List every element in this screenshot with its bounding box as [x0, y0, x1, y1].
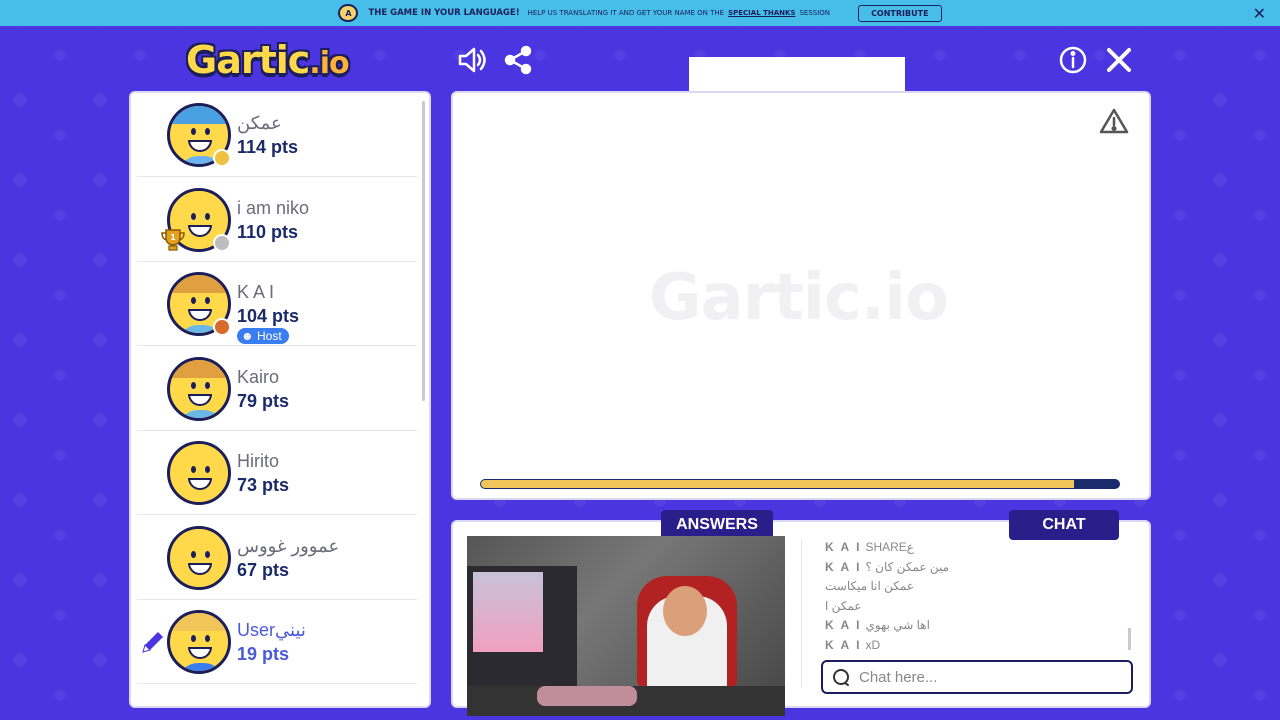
translation-banner: A THE GAME IN YOUR LANGUAGE! HELP US TRA…	[0, 0, 1280, 26]
chat-line: عمكن انا ميكاست	[825, 577, 1125, 597]
player-points: 19 pts	[237, 644, 290, 664]
logo-text: Gartic	[186, 38, 310, 82]
answers-chat-panel: ANSWERS CHAT K A I SHAREع K A I مين عمكن كا…	[451, 510, 1151, 716]
chat-user: K A I	[825, 618, 862, 632]
banner-tail: SESSION	[799, 9, 831, 17]
player-row[interactable]: Kairo 79 pts	[137, 347, 417, 431]
host-badge: ☻ Host	[237, 328, 289, 344]
chat-scrollbar[interactable]	[1128, 628, 1131, 650]
drawing-canvas[interactable]: Gartic.io	[451, 91, 1151, 500]
chat-input[interactable]	[859, 668, 1131, 686]
players-panel: عمكن 114 pts 1 i am niko 110 pts K A I 104 pts…	[129, 91, 431, 708]
chat-line: عمكن ا	[825, 597, 1125, 617]
chat-log: K A I SHAREع K A I مين عمكن كان ؟ عمكن انا م…	[825, 538, 1125, 658]
special-thanks-link[interactable]: SPECIAL THANKS	[728, 9, 795, 17]
tab-chat[interactable]: CHAT	[1009, 510, 1119, 540]
player-name: K A I	[237, 282, 275, 302]
avatar	[167, 441, 231, 505]
player-name: عموور غووس	[237, 535, 340, 556]
chat-message: عمكن انا ميكاست	[825, 579, 915, 593]
chat-line: K A I اها شي بهوي	[825, 616, 1125, 636]
host-label: Host	[256, 329, 282, 343]
chat-user: K A I	[825, 637, 862, 652]
gartic-logo: Gartic.io	[186, 38, 376, 82]
player-points: 104 pts	[237, 306, 300, 326]
sound-icon[interactable]	[456, 44, 488, 76]
player-points: 110 pts	[237, 221, 299, 242]
warning-icon[interactable]	[1099, 107, 1129, 135]
banner-title: THE GAME IN YOUR LANGUAGE!	[368, 8, 520, 18]
player-row[interactable]: Userنيني 19 pts	[137, 600, 417, 684]
player-name: Kairo	[237, 366, 280, 387]
translate-icon: A	[338, 4, 359, 22]
chat-message: عمكن ا	[825, 598, 862, 613]
player-points: 114 pts	[237, 137, 299, 157]
players-scrollbar[interactable]	[422, 101, 425, 401]
player-name: Hirito	[237, 451, 280, 471]
player-points: 79 pts	[237, 390, 290, 411]
avatar	[167, 610, 231, 674]
player-name: i am niko	[237, 197, 310, 218]
panel-divider	[801, 540, 802, 688]
banner-close-icon[interactable]: ✕	[1253, 4, 1266, 23]
player-row[interactable]: K A I 104 pts ☻ Host	[137, 262, 417, 346]
chat-user: K A I	[825, 540, 862, 554]
info-icon[interactable]	[1057, 44, 1089, 76]
avatar	[167, 525, 231, 590]
round-timer-bar	[480, 479, 1120, 489]
player-points: 67 pts	[237, 559, 290, 580]
banner-text: HELP US TRANSLATING IT AND GET YOUR NAME…	[527, 9, 725, 17]
player-name: Userنيني	[237, 620, 306, 640]
player-name: عمكن	[237, 113, 282, 133]
chat-message: xD	[865, 637, 881, 652]
canvas-watermark: Gartic.io	[649, 261, 949, 335]
chat-line: K A I مين عمكن كان ؟	[825, 558, 1125, 578]
chat-bubble-icon	[831, 667, 851, 687]
player-row[interactable]: Hirito 73 pts	[137, 431, 417, 515]
logo-io: .io	[309, 46, 349, 81]
chat-user: K A I	[825, 559, 862, 574]
close-icon[interactable]	[1103, 44, 1135, 76]
webcam-overlay	[467, 536, 785, 716]
share-icon[interactable]	[502, 44, 534, 76]
round-timer-fill	[481, 480, 1075, 488]
status-dot	[213, 233, 231, 252]
contribute-button[interactable]: CONTRIBUTE	[858, 4, 942, 22]
host-icon: ☻	[241, 329, 254, 343]
chat-message: اها شي بهوي	[865, 618, 930, 632]
status-dot	[213, 149, 231, 167]
chat-input-box[interactable]	[821, 660, 1133, 694]
pencil-icon	[139, 628, 167, 656]
trophy-icon: 1	[159, 228, 187, 252]
player-row[interactable]: عمكن 114 pts	[137, 93, 417, 177]
svg-text:1: 1	[170, 233, 176, 242]
chat-line: K A I SHAREع	[825, 538, 1125, 558]
chat-line: K A IxD	[825, 636, 1125, 656]
player-row[interactable]: 1 i am niko 110 pts	[137, 178, 417, 262]
status-dot	[213, 318, 231, 336]
chat-message: SHAREع	[865, 540, 914, 554]
player-points: 73 pts	[237, 475, 290, 495]
chat-message: مين عمكن كان ؟	[865, 559, 950, 574]
avatar	[167, 356, 231, 421]
player-row[interactable]: عموور غووس 67 pts	[137, 516, 417, 600]
